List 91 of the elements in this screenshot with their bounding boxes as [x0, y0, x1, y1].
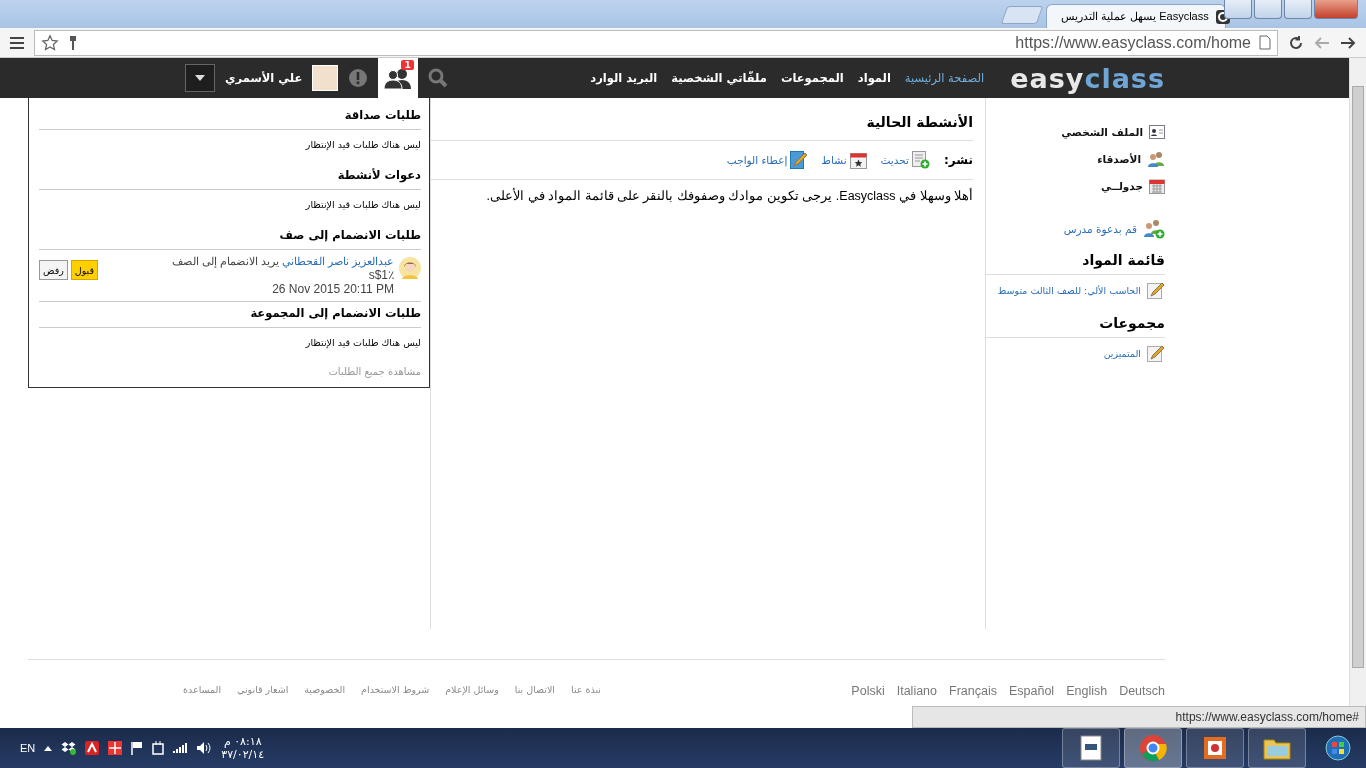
post-label: نشر:: [944, 153, 973, 167]
user-button[interactable]: [1224, 0, 1252, 19]
nav-link[interactable]: المواد: [857, 71, 891, 85]
url-text: https://www.easyclass.com/home: [1014, 33, 1251, 52]
activity-title: الأنشطة الحالية: [431, 98, 973, 141]
dropbox-icon[interactable]: [61, 741, 77, 755]
clock-date[interactable]: ٣٧/٠٢/١٤: [221, 748, 265, 761]
request-date: 26 Nov 2015 20:11 PM: [271, 282, 394, 296]
logo[interactable]: easyclass: [1010, 62, 1165, 94]
star-icon[interactable]: [41, 33, 59, 52]
language-link[interactable]: Italiano: [896, 684, 937, 698]
join-request-text: عبدالعزيز ناصر القحطاني يريد الانضمام إلى الصف: [171, 255, 394, 268]
people-icon: [1147, 150, 1165, 167]
language-link[interactable]: Deutsch: [1119, 684, 1165, 698]
notepad-pencil-icon: [1147, 281, 1165, 299]
flag-icon[interactable]: [131, 741, 144, 755]
course-link[interactable]: الحاسب الألي: للصف الثالث متوسط: [997, 284, 1141, 296]
document-add-icon: [912, 151, 930, 169]
requests-heading: طلبات صداقة: [39, 104, 421, 130]
user-menu-button[interactable]: [185, 64, 215, 92]
chrome-app-icon[interactable]: [1124, 728, 1182, 768]
footer-link[interactable]: اشعار قانوني: [237, 684, 289, 695]
footer-link[interactable]: الخصوصية: [304, 684, 346, 695]
request-extra-text: s$1٪: [367, 268, 394, 282]
document-app-icon[interactable]: [1062, 728, 1120, 768]
menu-icon[interactable]: [10, 36, 24, 49]
language-link[interactable]: English: [1066, 684, 1108, 698]
sidebar-link[interactable]: الملف الشخصي: [1061, 125, 1143, 138]
student-name-link[interactable]: عبدالعزيز ناصر القحطاني: [281, 255, 394, 267]
language-link[interactable]: Español: [1008, 684, 1055, 698]
section-heading: قائمة المواد: [1081, 251, 1165, 271]
clock-time[interactable]: ٠٨:١٨ م: [223, 735, 262, 748]
requests-heading: طلبات الانضمام إلى المجموعة: [39, 302, 421, 328]
nav-link[interactable]: ملفّاتي الشخصية: [671, 71, 767, 85]
antivirus-icon[interactable]: [85, 741, 100, 755]
section-heading: مجموعات: [1098, 314, 1165, 334]
minimize-button[interactable]: [1254, 0, 1282, 19]
footer-link[interactable]: وسائل الإعلام: [445, 684, 499, 695]
footer-link[interactable]: شروط الاستخدام: [361, 684, 430, 695]
status-url-tooltip: https://www.easyclass.com/home#: [912, 706, 1366, 728]
requests-heading: طلبات الانضمام إلى صف: [39, 224, 421, 250]
empty-message: ليس هناك طلبات قيد الإنتظار: [304, 336, 421, 350]
reload-icon[interactable]: [1288, 34, 1304, 51]
nav-link[interactable]: المجموعات: [780, 71, 844, 85]
sidebar-link[interactable]: جدولــي: [1101, 179, 1143, 192]
footer-link[interactable]: الاتصال بنا: [514, 684, 555, 695]
notebook-pencil-icon: [790, 151, 808, 169]
folder-app-icon[interactable]: [1248, 728, 1306, 768]
nav-link[interactable]: الصفحة الرئيسية: [904, 71, 985, 85]
language-indicator[interactable]: EN: [20, 742, 36, 754]
post-action-link[interactable]: إعطاء الواجب: [726, 154, 788, 166]
restore-button[interactable]: [1284, 0, 1312, 19]
avatar[interactable]: [312, 65, 339, 91]
empty-message: ليس هناك طلبات قيد الإنتظار: [304, 198, 421, 212]
add-people-icon: [1143, 218, 1165, 239]
post-action-link[interactable]: تحديث: [880, 154, 909, 166]
footer-link[interactable]: نبذة عنا: [571, 684, 601, 695]
page-icon: [1259, 35, 1271, 50]
user-name[interactable]: علي الأسمري: [225, 71, 303, 85]
people-icon: [384, 67, 413, 89]
caret-down-icon: [195, 75, 205, 81]
caret-up-icon[interactable]: [44, 745, 53, 751]
address-bar[interactable]: https://www.easyclass.com/home: [34, 29, 1278, 56]
windows-logo-icon[interactable]: [108, 741, 123, 755]
reject-button[interactable]: رفض: [39, 260, 68, 280]
forward-icon[interactable]: [1340, 35, 1356, 50]
nav-link[interactable]: البريد الوارد: [590, 71, 658, 85]
image-app-icon[interactable]: [1186, 728, 1244, 768]
invite-teacher-link[interactable]: قم بدعوة مدرس: [1063, 222, 1137, 235]
accept-button[interactable]: قبول: [70, 260, 98, 280]
avatar: [399, 257, 421, 279]
notification-badge: 1: [401, 60, 414, 70]
profile-card-icon: [1149, 124, 1165, 139]
notepad-pencil-icon: [1147, 344, 1165, 362]
requests-heading: دعوات لأنشطة: [39, 164, 421, 190]
empty-message: ليس هناك طلبات قيد الإنتظار: [304, 138, 421, 152]
tab-title: يسهل عملية التدريس Easyclass: [1061, 10, 1209, 23]
group-link[interactable]: المتميزين: [1103, 347, 1141, 359]
sidebar-link[interactable]: الأصدقاء: [1097, 152, 1141, 165]
post-action-link[interactable]: نشاط: [821, 154, 847, 166]
speaker-icon[interactable]: [196, 741, 213, 755]
alert-icon[interactable]: [348, 68, 369, 88]
friend-requests-button[interactable]: 1: [378, 58, 419, 98]
view-all-requests-link[interactable]: مشاهدة جميع الطلبات: [39, 362, 421, 377]
language-link[interactable]: Polski: [851, 684, 885, 698]
calendar-icon: [1149, 177, 1165, 194]
welcome-message: أهلا وسهلا في Easyclass. يرجى تكوين موادك وصفوفك بالنقر على قائمة المواد في الأعلى.: [485, 187, 973, 206]
footer-link[interactable]: المساعدة: [183, 684, 222, 695]
language-link[interactable]: Français: [949, 684, 997, 698]
search-icon[interactable]: [428, 68, 449, 88]
signal-icon[interactable]: [173, 742, 188, 754]
